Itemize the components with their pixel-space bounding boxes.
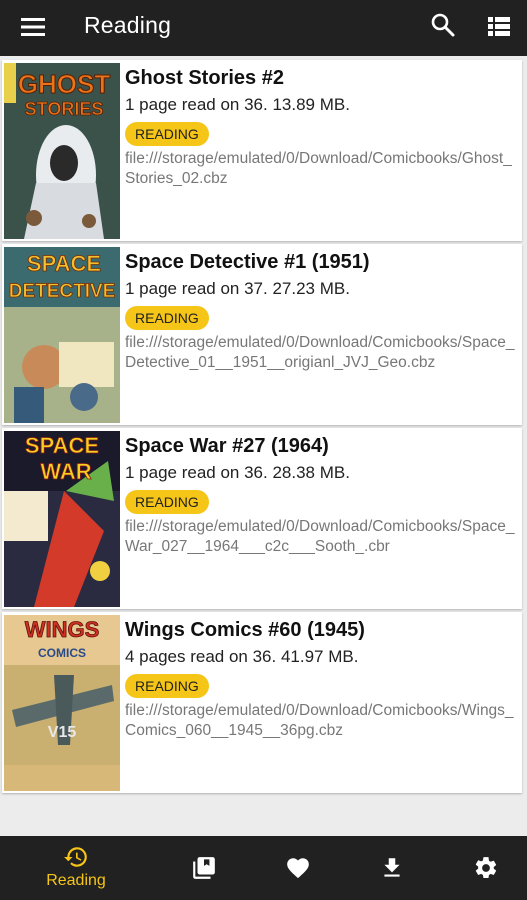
download-icon <box>384 858 400 877</box>
cover-title-text: WINGS <box>25 617 100 642</box>
nav-reading-label: Reading <box>46 872 106 889</box>
search-icon[interactable] <box>430 12 456 38</box>
cover-subtitle-text: WAR <box>40 459 91 484</box>
comic-progress: 1 page read on 36. 28.38 MB. <box>125 463 350 482</box>
heart-icon <box>287 858 309 879</box>
status-badge: READING <box>125 674 209 698</box>
nav-reading[interactable]: Reading <box>36 836 116 900</box>
comic-info: Space War #27 (1964) 1 page read on 36. … <box>125 432 518 557</box>
app-bar: Reading <box>0 0 527 56</box>
comic-cover[interactable]: SPACE DETECTIVE <box>4 247 120 423</box>
nav-library[interactable] <box>164 836 244 900</box>
comic-info: Space Detective #1 (1951) 1 page read on… <box>125 248 518 373</box>
cover-subtitle-text: COMICS <box>38 646 86 660</box>
cover-title-text: SPACE <box>27 251 101 276</box>
nav-settings[interactable] <box>446 836 526 900</box>
nav-favorites[interactable] <box>258 836 338 900</box>
list-item[interactable]: V15 WINGS COMICS Wings Comics #60 (1945)… <box>2 612 522 793</box>
status-badge: READING <box>125 122 209 146</box>
comic-path: file:///storage/emulated/0/Download/Comi… <box>125 702 514 739</box>
comic-title: Wings Comics #60 (1945) <box>125 619 365 641</box>
comic-path: file:///storage/emulated/0/Download/Comi… <box>125 518 515 555</box>
status-badge: READING <box>125 490 209 514</box>
svg-text:V15: V15 <box>48 724 77 741</box>
cover-subtitle-text: DETECTIVE <box>9 281 116 302</box>
menu-icon[interactable] <box>20 14 46 40</box>
view-list-icon[interactable] <box>487 14 511 38</box>
comic-info: Ghost Stories #2 1 page read on 36. 13.8… <box>125 64 518 189</box>
history-icon <box>64 847 87 867</box>
list-item[interactable]: SPACE WAR Space War #27 (1964) 1 page re… <box>2 428 522 609</box>
cover-title-text: GHOST <box>18 69 111 99</box>
comic-title: Space War #27 (1964) <box>125 435 329 457</box>
comic-cover[interactable]: SPACE WAR <box>4 431 120 607</box>
comic-progress: 1 page read on 37. 27.23 MB. <box>125 279 350 298</box>
nav-downloads[interactable] <box>352 836 432 900</box>
comic-info: Wings Comics #60 (1945) 4 pages read on … <box>125 616 518 741</box>
page-title: Reading <box>84 12 172 38</box>
comic-path: file:///storage/emulated/0/Download/Comi… <box>125 150 512 187</box>
status-badge: READING <box>125 306 209 330</box>
library-icon <box>193 857 215 879</box>
bottom-nav: Reading <box>0 836 527 900</box>
comic-path: file:///storage/emulated/0/Download/Comi… <box>125 334 515 371</box>
comic-title: Ghost Stories #2 <box>125 67 284 89</box>
comic-progress: 1 page read on 36. 13.89 MB. <box>125 95 350 114</box>
comic-progress: 4 pages read on 36. 41.97 MB. <box>125 647 359 666</box>
gear-icon <box>475 857 497 879</box>
comic-cover[interactable]: GHOST STORIES <box>4 63 120 239</box>
list-item[interactable]: GHOST STORIES Ghost Stories #2 1 page re… <box>2 60 522 241</box>
comic-cover[interactable]: V15 WINGS COMICS <box>4 615 120 791</box>
cover-title-text: SPACE <box>25 433 99 458</box>
list-item[interactable]: SPACE DETECTIVE Space Detective #1 (1951… <box>2 244 522 425</box>
cover-subtitle-text: STORIES <box>25 99 104 119</box>
comic-title: Space Detective #1 (1951) <box>125 251 370 273</box>
